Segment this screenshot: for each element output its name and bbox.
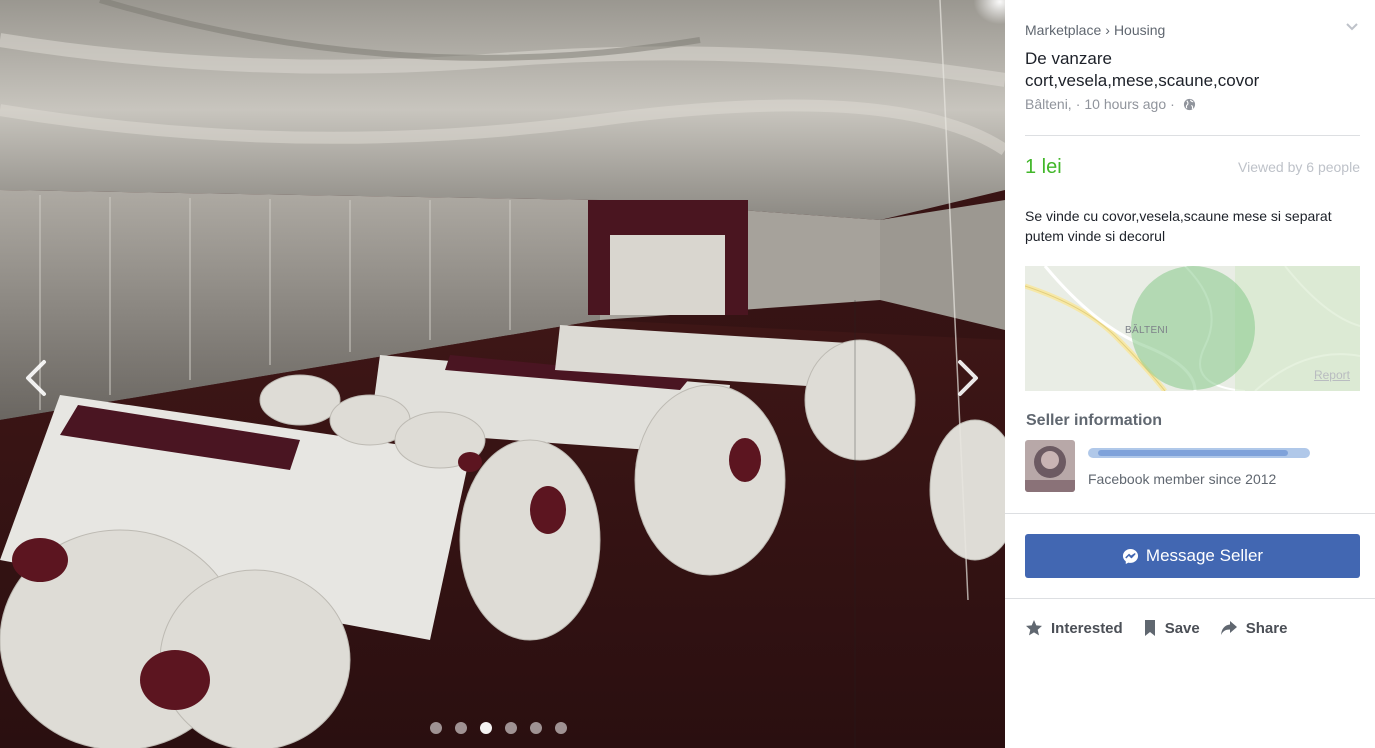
star-icon [1026, 620, 1042, 636]
bookmark-icon [1144, 620, 1155, 636]
share-icon [1220, 621, 1237, 635]
view-count: Viewed by 6 people [1238, 159, 1360, 175]
breadcrumb: Marketplace › Housing [1025, 22, 1165, 38]
share-button[interactable]: Share [1220, 619, 1288, 637]
map-report-link[interactable]: Report [1314, 368, 1350, 382]
photo-dot-3[interactable] [480, 722, 492, 734]
message-seller-button[interactable]: Message Seller [1025, 534, 1360, 578]
divider [1005, 513, 1375, 514]
chevron-down-icon[interactable] [1345, 20, 1359, 34]
breadcrumb-separator: › [1105, 22, 1110, 38]
photo-dot-1[interactable] [430, 722, 442, 734]
breadcrumb-marketplace[interactable]: Marketplace [1025, 22, 1101, 38]
seller-name-redacted[interactable] [1088, 444, 1310, 462]
listing-price: 1 lei [1025, 156, 1062, 178]
listing-description: Se vinde cu covor,vesela,scaune mese si … [1025, 208, 1332, 244]
photo-pagination [430, 722, 567, 734]
member-since: Facebook member since 2012 [1088, 471, 1277, 487]
listing-details-panel: Marketplace › Housing De vanzare cort,vese… [1005, 0, 1375, 748]
previous-photo-button[interactable] [16, 356, 56, 400]
save-button[interactable]: Save [1143, 619, 1200, 637]
interested-button[interactable]: Interested [1025, 619, 1123, 637]
photo-dot-4[interactable] [505, 722, 517, 734]
listing-actions: Interested Save Share [1025, 619, 1287, 637]
seller-info-heading: Seller information [1026, 412, 1163, 429]
photo-dot-6[interactable] [555, 722, 567, 734]
globe-icon [1183, 98, 1195, 110]
map-town-label: BĂLTENI [1125, 325, 1169, 336]
photo-dot-2[interactable] [455, 722, 467, 734]
seller-avatar[interactable] [1025, 440, 1075, 492]
photo-dot-5[interactable] [530, 722, 542, 734]
divider [1025, 135, 1360, 136]
interested-label: Interested [1051, 619, 1123, 637]
messenger-icon [1122, 548, 1138, 564]
chevron-right-icon [958, 360, 978, 396]
next-photo-button[interactable] [948, 356, 988, 400]
listing-meta: Bâlteni, · 10 hours ago · [1025, 96, 1196, 112]
location-map[interactable]: BĂLTENI Report [1025, 266, 1360, 391]
map-tiles [1025, 266, 1360, 391]
chevron-left-icon [26, 360, 46, 396]
meta-separator: · [1170, 96, 1175, 112]
listing-time: 10 hours ago [1084, 96, 1167, 112]
share-label: Share [1245, 619, 1288, 637]
meta-separator: · [1075, 96, 1081, 112]
divider [1005, 598, 1375, 599]
message-seller-label: Message Seller [1145, 546, 1264, 565]
listing-photo [0, 0, 1005, 748]
blurred-avatar-image [1025, 440, 1075, 492]
breadcrumb-housing[interactable]: Housing [1114, 22, 1165, 38]
listing-title: De vanzare cort,vesela,mese,scaune,covor [1025, 49, 1260, 90]
listing-location[interactable]: Bâlteni, [1025, 96, 1072, 112]
save-label: Save [1164, 619, 1200, 637]
tent-interior-photo [0, 0, 1005, 748]
